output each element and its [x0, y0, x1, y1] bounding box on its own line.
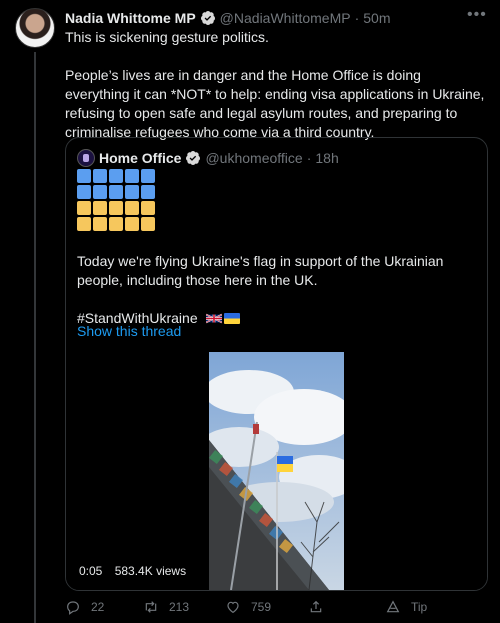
tweet-timestamp[interactable]: 50m — [363, 10, 390, 26]
share-icon — [310, 600, 322, 613]
quoted-tweet-text: Today we're flying Ukraine's flag in sup… — [77, 253, 444, 288]
reply-count: 22 — [91, 600, 105, 614]
tip-label: Tip — [411, 600, 428, 614]
tweet-header: Nadia Whittome MP @NadiaWhittomeMP · 50m — [65, 9, 391, 27]
retweet-button[interactable]: 213 — [143, 597, 189, 617]
blue-square-emoji — [93, 185, 107, 199]
blue-square-emoji — [141, 169, 155, 183]
ukraine-flag-emoji-grid — [77, 169, 155, 231]
video-player[interactable] — [66, 346, 487, 590]
author-avatar[interactable] — [15, 8, 55, 48]
yellow-square-emoji — [93, 201, 107, 215]
like-button[interactable]: 759 — [225, 597, 271, 617]
yellow-square-emoji — [141, 217, 155, 231]
retweet-count: 213 — [169, 600, 190, 614]
blue-square-emoji — [109, 185, 123, 199]
like-count: 759 — [251, 600, 272, 614]
retweet-icon — [145, 601, 157, 613]
tip-icon — [386, 600, 400, 613]
yellow-square-emoji — [125, 217, 139, 231]
yellow-square-emoji — [93, 217, 107, 231]
blue-square-emoji — [125, 185, 139, 199]
blue-square-emoji — [109, 169, 123, 183]
author-name[interactable]: Nadia Whittome MP — [65, 10, 196, 26]
yellow-square-emoji — [141, 201, 155, 215]
flagpole-scene-image — [209, 352, 344, 590]
tweet-body: This is sickening gesture politics. Peop… — [65, 28, 485, 142]
separator-dot: · — [354, 10, 360, 26]
video-views: 583.4K views — [114, 564, 187, 578]
uk-flag-icon — [205, 313, 222, 324]
quoted-author-avatar — [77, 149, 95, 167]
reply-icon — [67, 601, 79, 615]
verified-badge-icon — [200, 11, 215, 25]
blue-square-emoji — [125, 169, 139, 183]
quoted-author-name: Home Office — [99, 150, 182, 166]
yellow-square-emoji — [125, 201, 139, 215]
blue-square-emoji — [141, 185, 155, 199]
tip-button[interactable]: Tip — [385, 597, 427, 617]
tweet[interactable]: Nadia Whittome MP @NadiaWhittomeMP · 50m… — [0, 0, 500, 623]
blue-square-emoji — [93, 169, 107, 183]
quoted-tweet[interactable]: Home Office @ukhomeoffice · 18h Today we… — [65, 137, 488, 591]
video-meta: 0:05 583.4K views — [79, 564, 186, 578]
blue-square-emoji — [77, 169, 91, 183]
show-this-thread-link[interactable]: Show this thread — [77, 323, 181, 339]
separator-dot: · — [306, 150, 312, 166]
video-thumbnail[interactable] — [209, 352, 344, 590]
reply-button[interactable]: 22 — [65, 597, 104, 617]
tweet-actions: 22 213 759 Tip — [65, 597, 445, 617]
quoted-tweet-body: Today we're flying Ukraine's flag in sup… — [77, 252, 477, 328]
yellow-square-emoji — [77, 217, 91, 231]
more-options-icon[interactable]: ••• — [467, 6, 487, 24]
author-handle[interactable]: @NadiaWhittomeMP — [220, 10, 351, 26]
yellow-square-emoji — [77, 201, 91, 215]
thread-line — [34, 52, 36, 623]
tweet-text-line: This is sickening gesture politics. — [65, 29, 269, 45]
quoted-author-handle: @ukhomeoffice — [205, 150, 303, 166]
share-button[interactable] — [308, 597, 334, 617]
video-duration: 0:05 — [79, 564, 103, 578]
verified-badge-icon — [186, 151, 201, 165]
tweet-text-paragraph: People’s lives are in danger and the Hom… — [65, 67, 489, 140]
ukraine-flag-icon — [223, 313, 240, 324]
heart-icon — [227, 601, 239, 614]
yellow-square-emoji — [109, 217, 123, 231]
quoted-tweet-timestamp: 18h — [315, 150, 339, 166]
blue-square-emoji — [77, 185, 91, 199]
yellow-square-emoji — [109, 201, 123, 215]
quoted-tweet-header: Home Office @ukhomeoffice · 18h — [77, 148, 339, 168]
